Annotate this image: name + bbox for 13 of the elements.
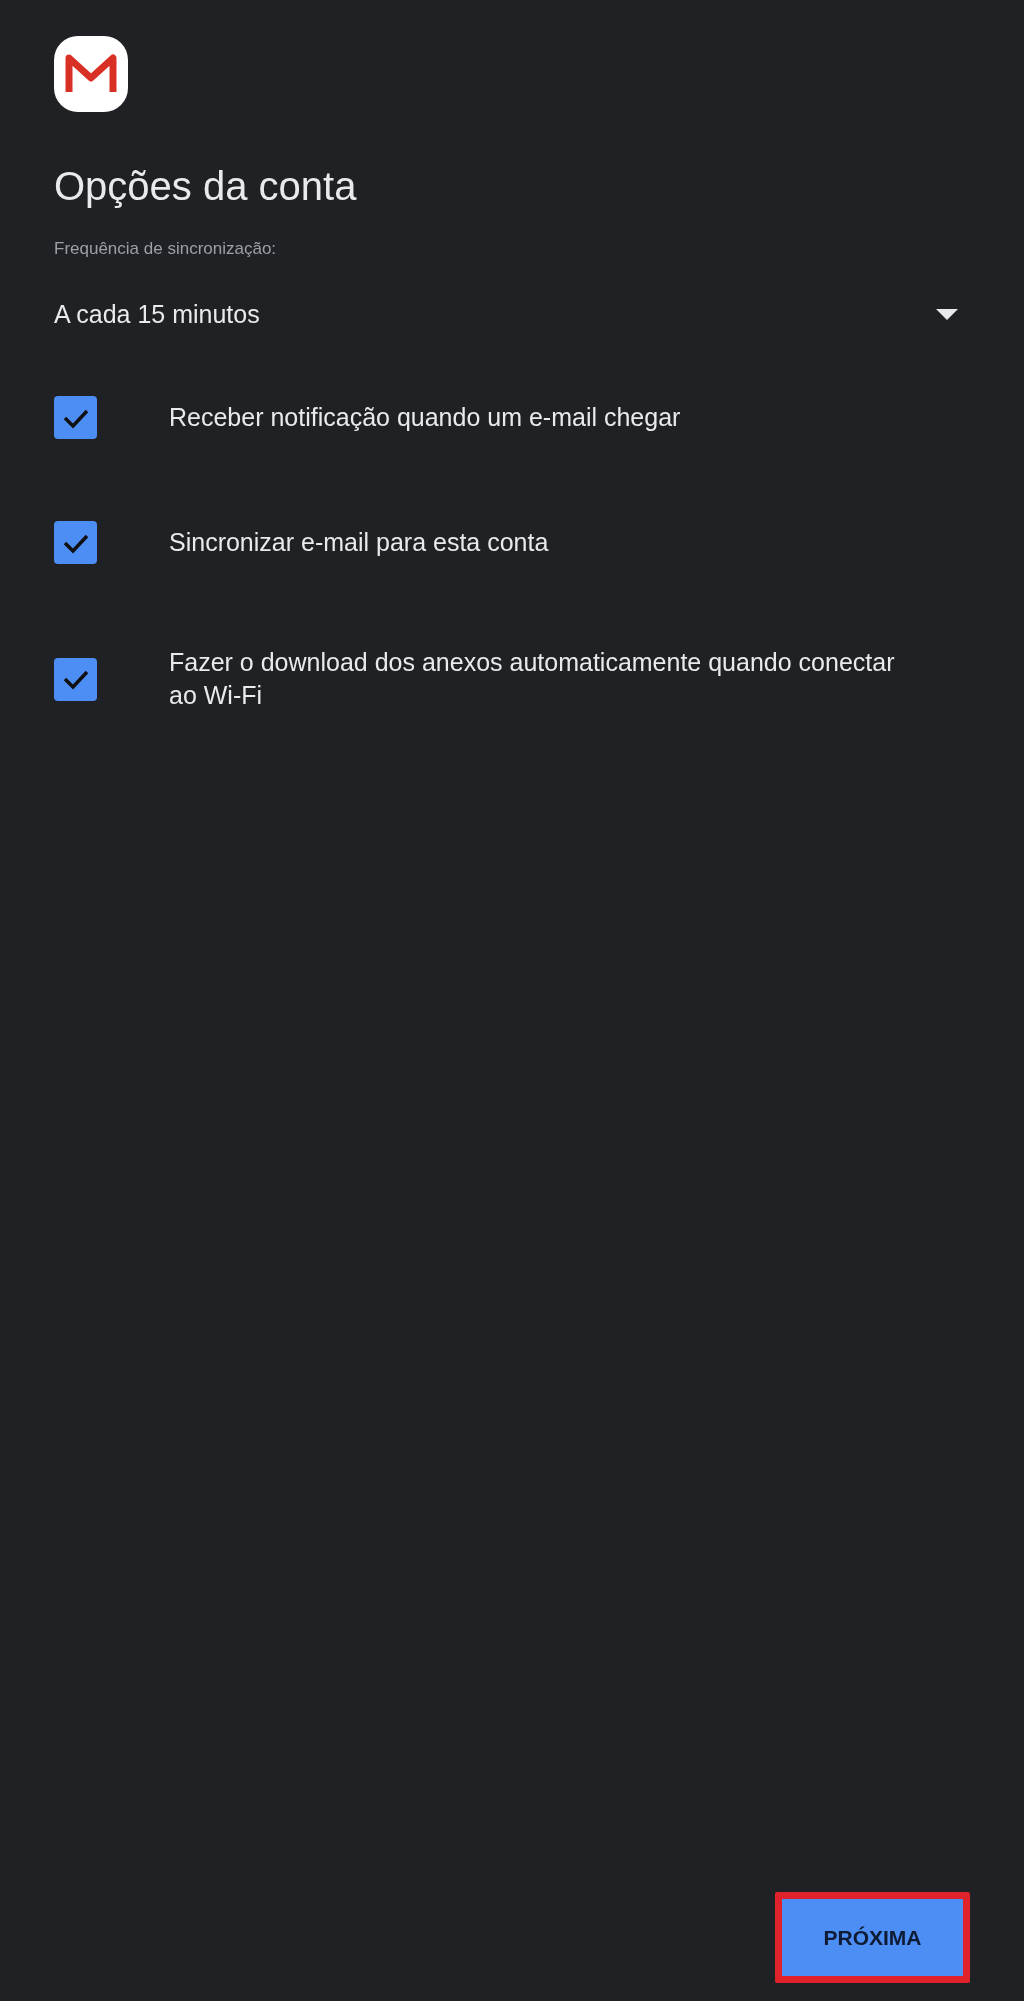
sync-frequency-dropdown[interactable]: A cada 15 minutos <box>54 300 970 329</box>
dropdown-caret-icon <box>936 309 958 320</box>
option-label: Receber notificação quando um e-mail chegar <box>169 402 681 433</box>
field-label: Frequência de sincronização: <box>54 239 278 259</box>
checkmark-icon <box>61 668 90 690</box>
option-label: Sincronizar e-mail para esta conta <box>169 527 549 558</box>
page-title: Opções da conta <box>54 164 358 209</box>
checkbox[interactable] <box>54 396 97 439</box>
option-label: Fazer o download dos anexos automaticamente quando conectar ao Wi-Fi <box>169 647 896 711</box>
checkbox[interactable] <box>54 657 97 701</box>
next-button[interactable]: PRÓXIMA <box>775 1892 970 1983</box>
mail-app-icon <box>54 36 128 112</box>
checkbox[interactable] <box>54 521 97 564</box>
